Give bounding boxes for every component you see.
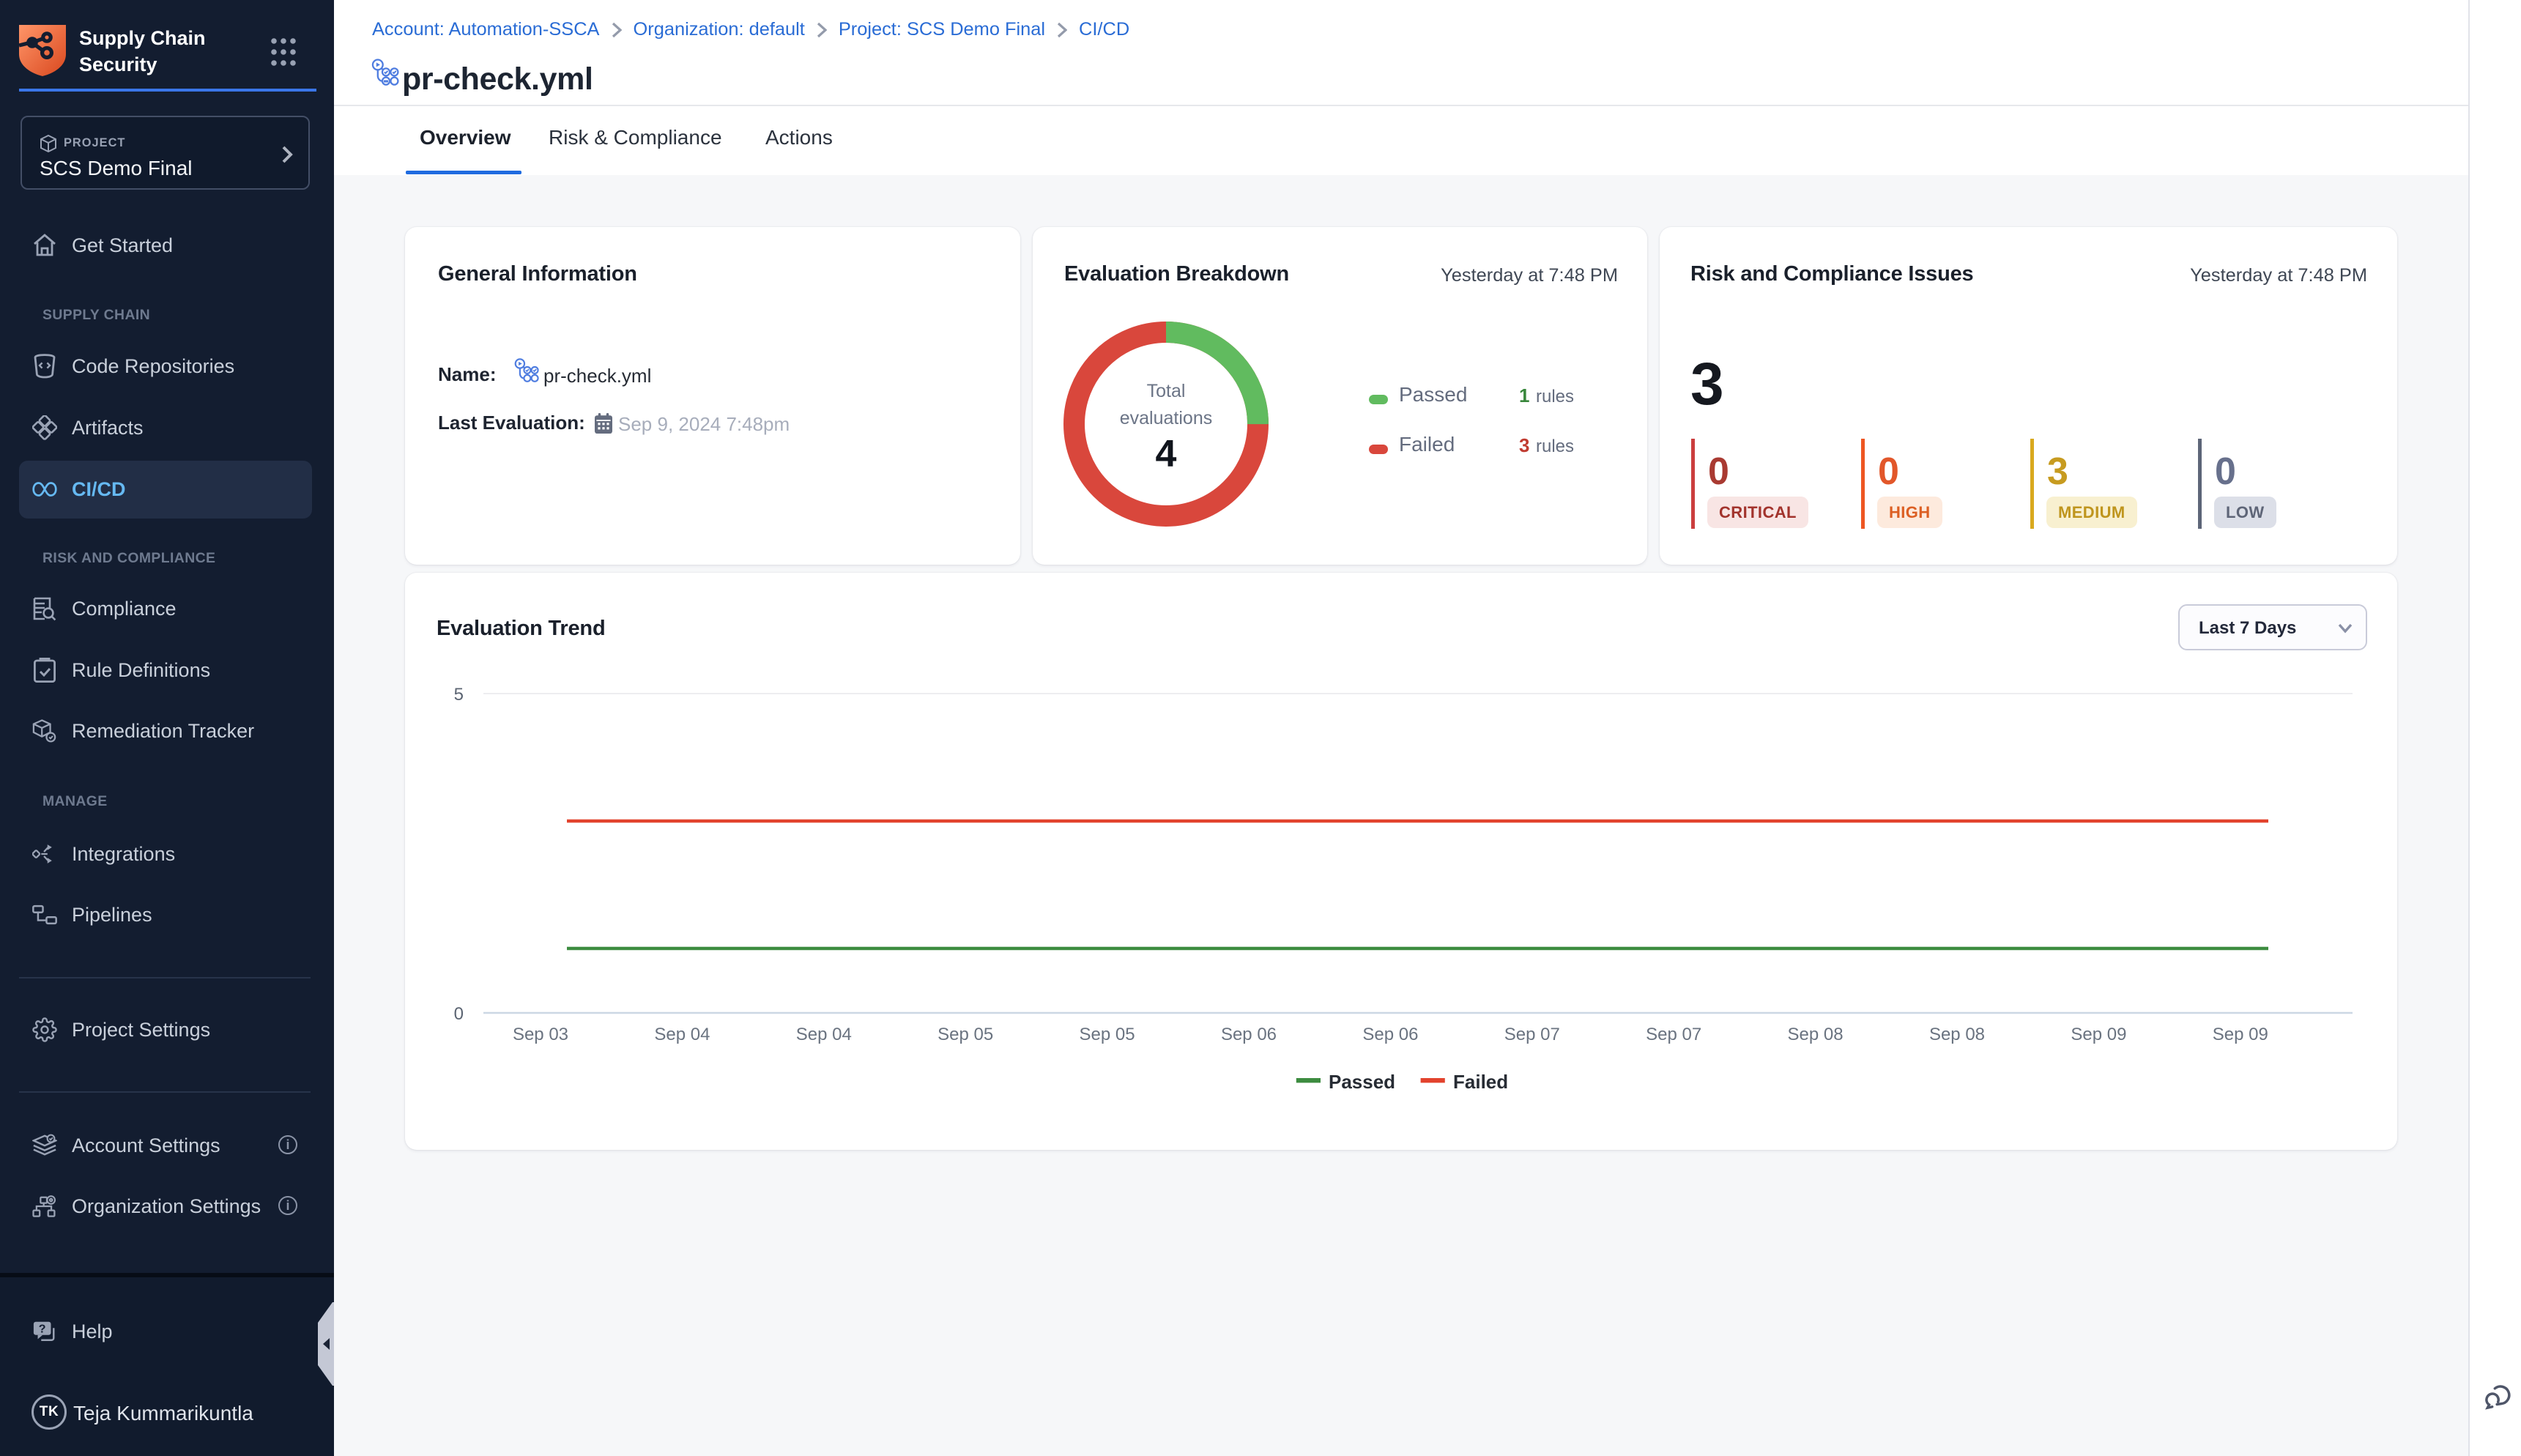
svg-text:Sep 09: Sep 09	[2213, 1025, 2268, 1044]
svg-text:Sep 09: Sep 09	[2071, 1025, 2126, 1044]
svg-text:Passed: Passed	[1329, 1071, 1395, 1093]
svg-text:0: 0	[454, 1004, 464, 1024]
svg-text:Sep 05: Sep 05	[938, 1025, 993, 1044]
svg-text:Sep 06: Sep 06	[1362, 1025, 1418, 1044]
svg-text:Sep 08: Sep 08	[1788, 1025, 1844, 1044]
svg-text:Sep 04: Sep 04	[796, 1025, 852, 1044]
svg-text:Sep 07: Sep 07	[1646, 1025, 1701, 1044]
svg-text:Sep 05: Sep 05	[1080, 1025, 1135, 1044]
svg-text:Sep 03: Sep 03	[513, 1025, 568, 1044]
svg-text:5: 5	[454, 685, 464, 705]
svg-text:?: ?	[39, 1323, 46, 1336]
svg-text:Sep 06: Sep 06	[1221, 1025, 1277, 1044]
svg-text:Sep 04: Sep 04	[654, 1025, 710, 1044]
svg-text:Sep 08: Sep 08	[1929, 1025, 1985, 1044]
svg-text:Failed: Failed	[1453, 1071, 1508, 1093]
svg-text:Sep 07: Sep 07	[1504, 1025, 1560, 1044]
